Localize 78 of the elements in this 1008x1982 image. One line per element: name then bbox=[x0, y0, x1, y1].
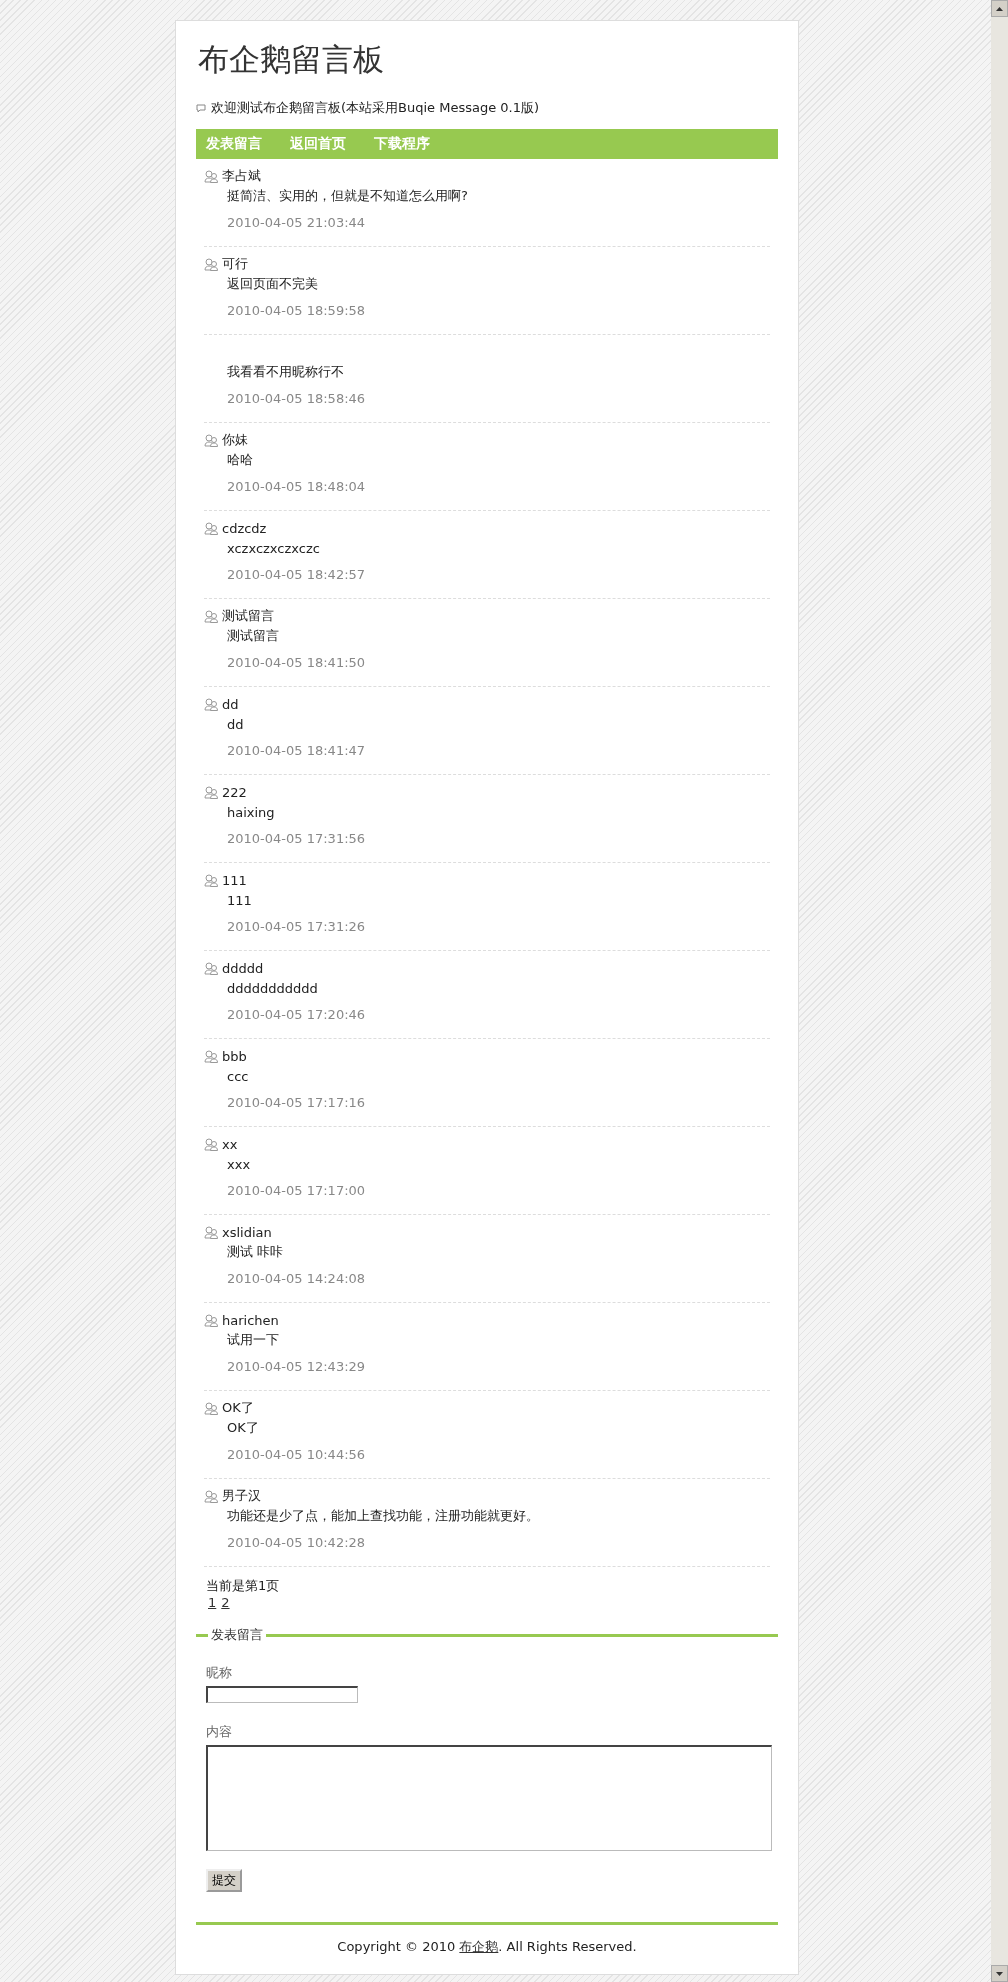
message-time: 2010-04-05 18:42:57 bbox=[227, 566, 366, 582]
site-title: 布企鹅留言板 bbox=[197, 40, 385, 79]
message-text: xczxczxczxczc bbox=[227, 540, 320, 556]
users-icon bbox=[204, 785, 219, 799]
message-text: xxx bbox=[227, 1156, 251, 1172]
author-name: 可行 bbox=[222, 255, 248, 273]
form-legend: 发表留言 bbox=[208, 1626, 266, 1644]
users-icon bbox=[204, 697, 219, 711]
welcome-text: 欢迎测试布企鹅留言板(本站采用Buqie Message 0.1版) bbox=[211, 99, 540, 117]
message-text: 功能还是少了点，能加上查找功能，注册功能就更好。 bbox=[227, 1507, 539, 1525]
page-link[interactable]: 1 bbox=[208, 1595, 217, 1610]
down-arrow-icon[interactable] bbox=[996, 1971, 1003, 1976]
message-time: 2010-04-05 14:24:08 bbox=[227, 1270, 366, 1286]
author-name: 222 bbox=[222, 784, 247, 800]
users-icon bbox=[204, 1489, 219, 1503]
message-time: 2010-04-05 10:44:56 bbox=[227, 1446, 366, 1462]
users-icon bbox=[204, 1313, 219, 1327]
author-name: cdzcdz bbox=[222, 520, 267, 536]
message-text: 我看看不用昵称行不 bbox=[227, 363, 344, 381]
message-text: ccc bbox=[227, 1068, 249, 1084]
author-name: dd bbox=[222, 696, 239, 712]
up-arrow-icon[interactable] bbox=[996, 6, 1003, 11]
message-text: OK了 bbox=[227, 1419, 259, 1437]
message-time: 2010-04-05 17:31:26 bbox=[227, 918, 366, 934]
field-label: 内容 bbox=[206, 1723, 233, 1741]
message-text: 哈哈 bbox=[227, 451, 253, 469]
message-time: 2010-04-05 12:43:29 bbox=[227, 1358, 366, 1374]
author-name: bbb bbox=[222, 1048, 247, 1064]
message-text: 挺简洁、实用的，但就是不知道怎么用啊? bbox=[227, 187, 468, 205]
content-field[interactable] bbox=[206, 1745, 772, 1851]
author-name: 你妹 bbox=[222, 431, 248, 449]
message-text: 测试留言 bbox=[227, 627, 279, 645]
message-text: 返回页面不完美 bbox=[227, 275, 318, 293]
users-icon bbox=[204, 873, 219, 887]
users-icon bbox=[204, 257, 219, 271]
message-time: 2010-04-05 18:41:47 bbox=[227, 742, 366, 758]
message-text: 测试 咔咔 bbox=[227, 1243, 284, 1261]
nickname-field[interactable] bbox=[206, 1686, 358, 1703]
message-text: dd bbox=[227, 716, 244, 732]
author-name: 李占斌 bbox=[222, 167, 261, 185]
speech-bubble-icon bbox=[196, 103, 206, 113]
message-time: 2010-04-05 17:20:46 bbox=[227, 1006, 366, 1022]
users-icon bbox=[204, 433, 219, 447]
message-time: 2010-04-05 18:48:04 bbox=[227, 478, 366, 494]
page-link[interactable]: 2 bbox=[221, 1595, 230, 1610]
field-label: 昵称 bbox=[206, 1664, 233, 1682]
message-time: 2010-04-05 18:58:46 bbox=[227, 390, 366, 406]
users-icon bbox=[204, 1225, 219, 1239]
message-time: 2010-04-05 10:42:28 bbox=[227, 1534, 366, 1550]
message-time: 2010-04-05 17:31:56 bbox=[227, 830, 366, 846]
message-time: 2010-04-05 17:17:00 bbox=[227, 1182, 366, 1198]
author-name: xx bbox=[222, 1136, 238, 1152]
message-text: ddddddddddd bbox=[227, 980, 318, 996]
message-text: haixing bbox=[227, 804, 275, 820]
author-name: 测试留言 bbox=[222, 607, 274, 625]
author-name: xslidian bbox=[222, 1224, 272, 1240]
users-icon bbox=[204, 609, 219, 623]
users-icon bbox=[204, 1049, 219, 1063]
author-name: 111 bbox=[222, 872, 247, 888]
scrollbar[interactable] bbox=[991, 0, 1008, 1982]
copyright-text: Copyright © 2010 布企鹅. All Rights Reserved. bbox=[337, 1939, 637, 1954]
users-icon bbox=[204, 521, 219, 535]
users-icon bbox=[204, 169, 219, 183]
author-name: harichen bbox=[222, 1312, 279, 1328]
users-icon bbox=[204, 1401, 219, 1415]
users-icon bbox=[204, 961, 219, 975]
author-name: ddddd bbox=[222, 960, 264, 976]
message-text: 111 bbox=[227, 892, 252, 908]
page-status: 当前是第1页 bbox=[206, 1577, 281, 1595]
submit-button[interactable]: 提交 bbox=[206, 1869, 242, 1892]
message-time: 2010-04-05 18:59:58 bbox=[227, 302, 366, 318]
users-icon bbox=[204, 1137, 219, 1151]
author-name: OK了 bbox=[222, 1399, 254, 1417]
author-name: 男子汉 bbox=[222, 1487, 261, 1505]
message-time: 2010-04-05 17:17:16 bbox=[227, 1094, 366, 1110]
message-text: 试用一下 bbox=[227, 1331, 279, 1349]
message-time: 2010-04-05 18:41:50 bbox=[227, 654, 366, 670]
message-time: 2010-04-05 21:03:44 bbox=[227, 214, 366, 230]
